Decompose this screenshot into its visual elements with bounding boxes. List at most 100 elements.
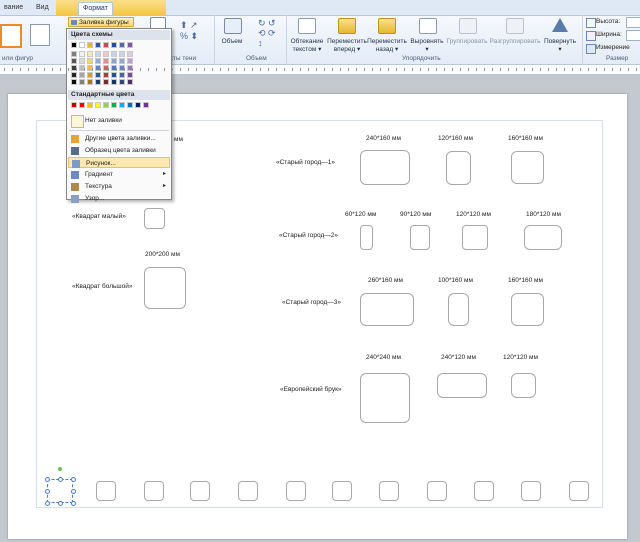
small-square-shape[interactable] <box>144 208 165 229</box>
tile-shape[interactable] <box>190 481 210 501</box>
resize-handle[interactable] <box>45 489 50 494</box>
tile-shape[interactable] <box>360 225 373 250</box>
standard-color-swatch[interactable] <box>103 102 109 108</box>
color-swatch[interactable] <box>127 72 133 78</box>
tab-view[interactable]: Вид <box>32 2 53 14</box>
color-swatch[interactable] <box>95 51 101 57</box>
tile-shape[interactable] <box>96 481 116 501</box>
color-swatch[interactable] <box>119 58 125 64</box>
tile-shape[interactable] <box>360 150 410 185</box>
color-swatch[interactable] <box>95 58 101 64</box>
tile-shape[interactable] <box>410 225 430 250</box>
resize-handle[interactable] <box>45 477 50 482</box>
send-backward-icon[interactable] <box>378 18 396 34</box>
height-input[interactable] <box>626 17 640 28</box>
3d-effects-button[interactable]: Объем <box>218 38 246 46</box>
tile-shape[interactable] <box>446 151 471 185</box>
color-swatch[interactable] <box>119 42 125 48</box>
color-swatch[interactable] <box>71 58 77 64</box>
color-swatch[interactable] <box>111 79 117 85</box>
color-swatch[interactable] <box>79 58 85 64</box>
align-icon[interactable] <box>419 18 437 34</box>
align-button[interactable]: Выровнять ▾ <box>408 38 446 54</box>
color-swatch[interactable] <box>87 79 93 85</box>
color-swatch[interactable] <box>111 51 117 57</box>
standard-color-swatch[interactable] <box>95 102 101 108</box>
tile-shape[interactable] <box>511 151 544 184</box>
color-swatch[interactable] <box>119 79 125 85</box>
color-swatch[interactable] <box>95 79 101 85</box>
tile-shape[interactable] <box>360 293 414 326</box>
color-swatch[interactable] <box>71 79 77 85</box>
width-input[interactable] <box>626 30 640 41</box>
shadow-nudge-icons[interactable]: ⬆ ↗% ⬍ <box>180 20 198 42</box>
standard-color-swatch[interactable] <box>79 102 85 108</box>
tab-review[interactable]: вание <box>0 2 27 14</box>
color-swatch[interactable] <box>111 42 117 48</box>
tab-format[interactable]: Формат <box>78 2 113 15</box>
shape-style-preset-2[interactable] <box>30 24 50 46</box>
rotation-handle[interactable] <box>58 467 62 471</box>
color-swatch[interactable] <box>71 72 77 78</box>
color-swatch[interactable] <box>95 42 101 48</box>
shape-fill-button[interactable]: Заливка фигуры ▾ <box>68 17 134 36</box>
fill-menu-item[interactable]: Градиент ▸ <box>68 169 170 180</box>
bring-forward-icon[interactable] <box>338 18 356 34</box>
ungroup-button[interactable]: Разгруппировать <box>488 38 542 46</box>
color-swatch[interactable] <box>119 72 125 78</box>
wrap-text-icon[interactable] <box>298 18 316 34</box>
color-swatch[interactable] <box>111 58 117 64</box>
rotate-icon[interactable] <box>552 18 568 32</box>
fill-menu-item[interactable]: Образец цвета заливки <box>68 145 170 156</box>
resize-handle[interactable] <box>58 477 63 482</box>
3d-effects-icon[interactable] <box>224 18 242 34</box>
resize-handle[interactable] <box>58 501 63 506</box>
color-swatch[interactable] <box>127 58 133 64</box>
color-swatch[interactable] <box>87 72 93 78</box>
color-swatch[interactable] <box>87 42 93 48</box>
standard-color-swatch[interactable] <box>143 102 149 108</box>
color-swatch[interactable] <box>87 51 93 57</box>
tile-shape[interactable] <box>144 481 164 501</box>
color-swatch[interactable] <box>87 58 93 64</box>
tile-shape[interactable] <box>511 293 544 326</box>
color-swatch[interactable] <box>103 51 109 57</box>
color-swatch[interactable] <box>119 51 125 57</box>
tile-shape[interactable] <box>511 373 536 398</box>
bring-forward-button[interactable]: Переместить вперед ▾ <box>326 38 368 54</box>
fill-menu-item[interactable]: Рисунок... <box>68 157 170 168</box>
fill-menu-item[interactable]: Текстура ▸ <box>68 181 170 192</box>
standard-color-swatch[interactable] <box>135 102 141 108</box>
color-swatch[interactable] <box>79 42 85 48</box>
tile-shape[interactable] <box>569 481 589 501</box>
fill-menu-item[interactable]: Нет заливки <box>68 113 170 129</box>
tile-shape[interactable] <box>448 293 469 326</box>
color-swatch[interactable] <box>79 72 85 78</box>
color-swatch[interactable] <box>103 79 109 85</box>
tile-shape[interactable] <box>286 481 306 501</box>
color-swatch[interactable] <box>95 72 101 78</box>
resize-handle[interactable] <box>45 501 50 506</box>
tile-shape[interactable] <box>379 481 399 501</box>
color-swatch[interactable] <box>127 51 133 57</box>
standard-color-swatch[interactable] <box>119 102 125 108</box>
fill-menu-item[interactable]: Узор... <box>68 193 170 204</box>
color-swatch[interactable] <box>103 58 109 64</box>
tile-shape[interactable] <box>427 481 447 501</box>
tile-shape[interactable] <box>524 225 562 250</box>
tile-shape[interactable] <box>238 481 258 501</box>
fill-menu-item[interactable]: Другие цвета заливки... <box>68 133 170 144</box>
wrap-text-button[interactable]: Обтекание текстом ▾ <box>290 38 324 54</box>
tile-shape[interactable] <box>332 481 352 501</box>
color-swatch[interactable] <box>79 51 85 57</box>
color-swatch[interactable] <box>103 42 109 48</box>
color-swatch[interactable] <box>127 79 133 85</box>
color-swatch[interactable] <box>111 72 117 78</box>
resize-handle[interactable] <box>71 501 76 506</box>
send-backward-button[interactable]: Переместить назад ▾ <box>366 38 408 54</box>
3d-tilt-icons[interactable]: ↻ ↺ ⟲ ⟳ ↕ <box>258 18 276 48</box>
standard-color-swatch[interactable] <box>127 102 133 108</box>
big-square-shape[interactable] <box>144 267 186 309</box>
tile-shape[interactable] <box>360 373 410 423</box>
standard-color-swatch[interactable] <box>111 102 117 108</box>
